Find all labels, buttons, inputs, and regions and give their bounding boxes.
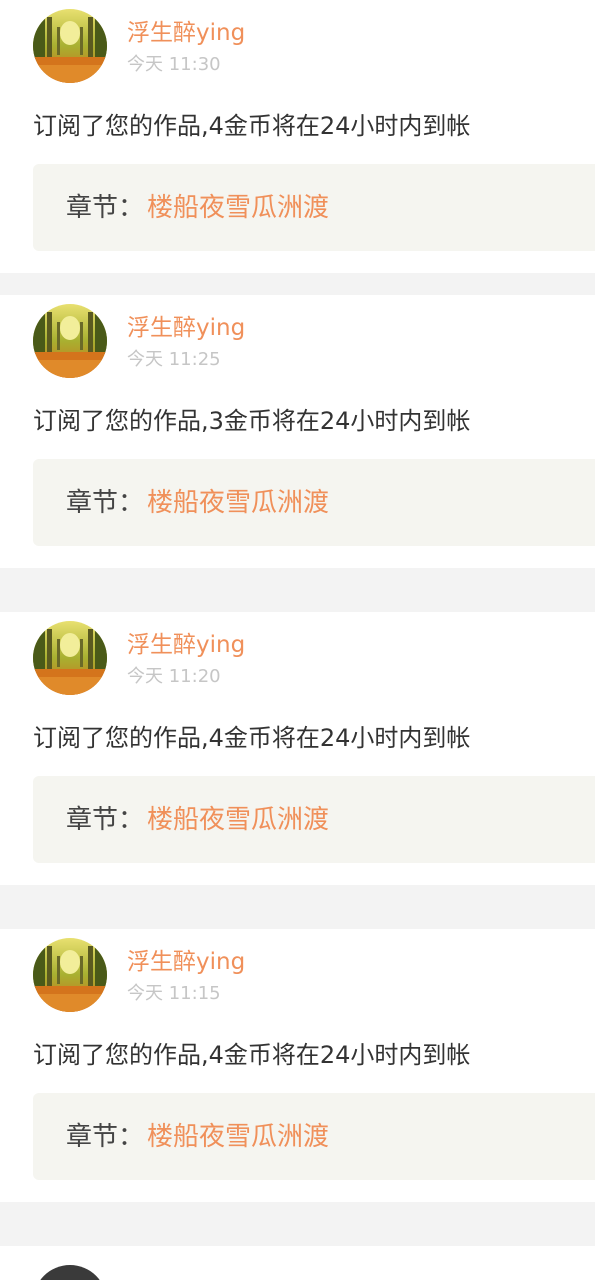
autumn-forest-avatar-icon [33,9,107,83]
timestamp: 今天 11:15 [127,983,221,1004]
user-avatar[interactable] [33,938,107,1012]
notification-card[interactable] [0,1246,595,1280]
chapter-label: 章节： [66,488,145,518]
notification-message: 订阅了您的作品,4金币将在24小时内到帐 [33,1041,471,1069]
chapter-link-box[interactable]: 章节： 楼船夜雪瓜洲渡 [33,776,595,863]
chapter-label: 章节： [66,805,145,835]
username[interactable]: 浮生醉ying [127,946,245,978]
notification-feed: 浮生醉ying 今天 11:30 订阅了您的作品,4金币将在24小时内到帐 章节… [0,0,595,1280]
chapter-title[interactable]: 楼船夜雪瓜洲渡 [147,802,329,838]
chapter-link-box[interactable]: 章节： 楼船夜雪瓜洲渡 [33,164,595,251]
user-avatar[interactable] [33,304,107,378]
timestamp: 今天 11:25 [127,349,221,370]
user-avatar[interactable] [33,1265,107,1280]
timestamp: 今天 11:20 [127,666,221,687]
user-avatar[interactable] [33,9,107,83]
notification-card[interactable]: 浮生醉ying 今天 11:25 订阅了您的作品,3金币将在24小时内到帐 章节… [0,295,595,568]
notification-message: 订阅了您的作品,3金币将在24小时内到帐 [33,407,471,435]
chapter-title[interactable]: 楼船夜雪瓜洲渡 [147,485,329,521]
notification-message: 订阅了您的作品,4金币将在24小时内到帐 [33,112,471,140]
notification-card[interactable]: 浮生醉ying 今天 11:20 订阅了您的作品,4金币将在24小时内到帐 章节… [0,612,595,885]
notification-card[interactable]: 浮生醉ying 今天 11:30 订阅了您的作品,4金币将在24小时内到帐 章节… [0,0,595,273]
chapter-title[interactable]: 楼船夜雪瓜洲渡 [147,1119,329,1155]
timestamp: 今天 11:30 [127,54,221,75]
autumn-forest-avatar-icon [33,938,107,1012]
notification-card[interactable]: 浮生醉ying 今天 11:15 订阅了您的作品,4金币将在24小时内到帐 章节… [0,929,595,1202]
autumn-forest-avatar-icon [33,304,107,378]
chapter-link-box[interactable]: 章节： 楼船夜雪瓜洲渡 [33,1093,595,1180]
notification-message: 订阅了您的作品,4金币将在24小时内到帐 [33,724,471,752]
chapter-label: 章节： [66,1122,145,1152]
chapter-link-box[interactable]: 章节： 楼船夜雪瓜洲渡 [33,459,595,546]
user-avatar[interactable] [33,621,107,695]
username[interactable]: 浮生醉ying [127,312,245,344]
username[interactable]: 浮生醉ying [127,17,245,49]
autumn-forest-avatar-icon [33,621,107,695]
chapter-title[interactable]: 楼船夜雪瓜洲渡 [147,190,329,226]
chapter-label: 章节： [66,193,145,223]
username[interactable]: 浮生醉ying [127,629,245,661]
